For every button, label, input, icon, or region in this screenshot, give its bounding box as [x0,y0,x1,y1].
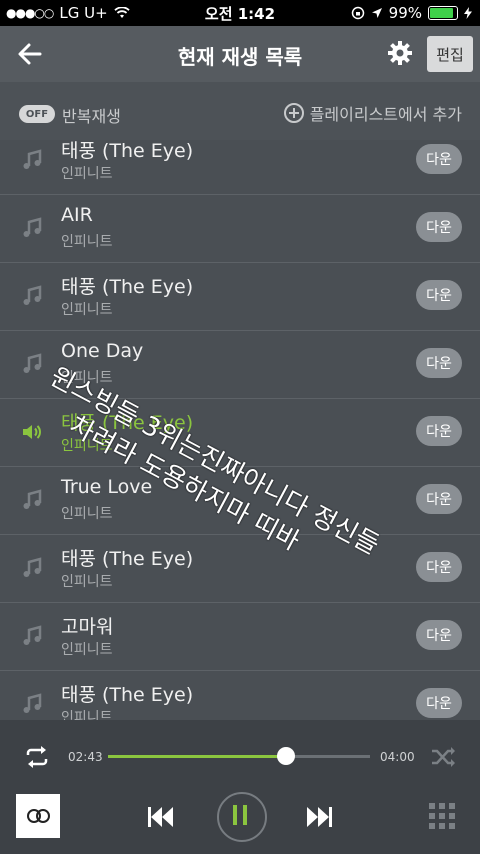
progress-knob[interactable] [277,747,296,765]
music-note-icon [23,217,42,237]
song-title: 고마워 [61,616,114,638]
music-note-icon [23,557,42,577]
music-note-icon [23,489,42,509]
status-bar: ●●●○○ LG U+ 오전 1:42 99% [0,0,480,26]
song-title: True Love [61,476,153,498]
list-item[interactable]: 태풍 (The Eye) 인피니트 다운 [0,262,480,331]
pause-button[interactable] [217,792,267,842]
list-item[interactable]: One Day 인피니트 다운 [0,330,480,399]
download-button[interactable]: 다운 [416,620,462,650]
song-title: 태풍 (The Eye) [61,276,194,298]
list-item-now-playing[interactable]: 태풍 (The Eye) 인피니트 다운 [0,398,480,467]
repeat-label: 반복재생 [62,107,121,126]
song-artist: 인피니트 [61,166,113,182]
current-time: 02:43 [68,750,103,764]
download-button[interactable]: 다운 [416,688,462,718]
music-note-icon [23,149,42,169]
song-artist: 인피니트 [61,370,113,386]
gear-icon[interactable] [387,40,413,66]
album-art-thumbnail[interactable] [16,794,60,838]
song-artist: 인피니트 [61,506,113,522]
location-icon [371,8,382,18]
download-button[interactable]: 다운 [416,280,462,310]
download-button[interactable]: 다운 [416,144,462,174]
song-title: 태풍 (The Eye) [61,140,194,162]
list-item[interactable]: 태풍 (The Eye) 인피니트 다운 [0,534,480,603]
download-button[interactable]: 다운 [416,552,462,582]
add-from-playlist-button[interactable]: 플레이리스트에서 추가 [283,101,462,125]
song-title: 태풍 (The Eye) [61,412,194,434]
song-title: AIR [61,204,93,226]
grid-menu-icon[interactable] [428,802,456,830]
playlist: 태풍 (The Eye) 인피니트 다운 AIR 인피니트 다운 태풍 (The… [0,140,480,720]
edit-button[interactable]: 편집 [427,36,473,72]
progress-slider[interactable] [108,747,370,765]
list-item[interactable]: 태풍 (The Eye) 인피니트 다운 [0,140,480,195]
repeat-toggle[interactable]: OFF [19,105,55,123]
add-from-playlist-label: 플레이리스트에서 추가 [309,105,462,124]
battery-percent: 99% [388,4,422,22]
shuffle-icon[interactable] [428,742,458,772]
music-note-icon [23,693,42,713]
music-note-icon [23,285,42,305]
music-note-icon [23,625,42,645]
next-track-icon[interactable] [304,804,334,830]
plus-circle-icon [283,103,304,123]
download-button[interactable]: 다운 [416,484,462,514]
progress-fill [108,755,287,758]
list-item[interactable]: True Love 인피니트 다운 [0,466,480,535]
song-title: 태풍 (The Eye) [61,684,194,706]
song-artist: 인피니트 [61,642,113,658]
song-artist: 인피니트 [61,438,113,454]
download-button[interactable]: 다운 [416,348,462,378]
options-bar: OFF 반복재생 플레이리스트에서 추가 [0,82,480,140]
total-time: 04:00 [380,750,415,764]
song-artist: 인피니트 [61,574,113,590]
song-title: 태풍 (The Eye) [61,548,194,570]
rotation-lock-icon [351,6,364,20]
song-artist: 인피니트 [61,710,113,720]
song-title: One Day [61,340,144,362]
download-button[interactable]: 다운 [416,416,462,446]
music-note-icon [23,353,42,373]
repeat-icon[interactable] [22,742,52,772]
song-artist: 인피니트 [61,302,113,318]
previous-track-icon[interactable] [146,804,176,830]
list-item[interactable]: 고마워 인피니트 다운 [0,602,480,671]
speaker-icon [23,425,41,439]
download-button[interactable]: 다운 [416,212,462,242]
song-artist: 인피니트 [61,234,113,250]
list-item[interactable]: AIR 인피니트 다운 [0,194,480,263]
list-item[interactable]: 태풍 (The Eye) 인피니트 다운 [0,670,480,720]
pause-icon [233,805,247,825]
charging-icon [464,7,472,19]
battery-icon [428,6,458,20]
app-header: 현재 재생 목록 편집 [0,26,480,82]
player-bar: 02:43 04:00 [0,720,480,854]
